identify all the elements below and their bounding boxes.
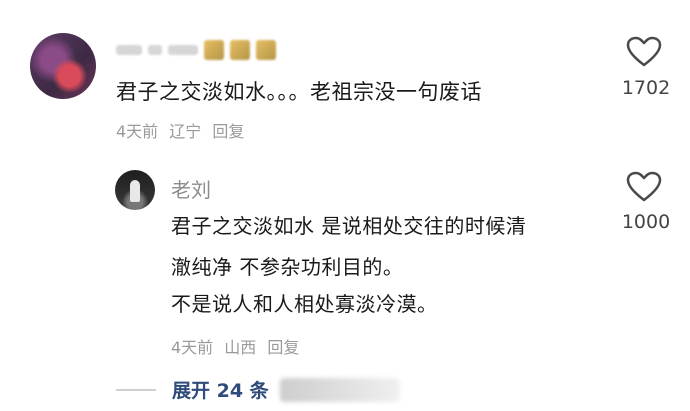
masked-name-segment [168,45,198,55]
expand-divider [116,389,156,391]
reply-text-line: 不是说人和人相处寡淡冷漠。 [171,292,438,316]
comment-location: 辽宁 [169,122,202,141]
expand-replies-button[interactable]: 展开 24 条 [172,376,269,403]
reply-meta: 4天前 山西 回复 [171,334,305,358]
reply-like-button[interactable] [626,171,662,203]
heart-icon [626,171,662,202]
reply-location: 山西 [224,338,257,357]
masked-username[interactable] [116,38,306,62]
comment-reply-button[interactable]: 回复 [212,122,244,141]
reply-text-line: 澈纯净 不参杂功利目的。 [171,255,404,279]
reply-text-line: 君子之交淡如水 是说相处交往的时候清 [171,214,527,238]
avatar-figure [130,180,140,202]
comment-text: 君子之交淡如水。。。老祖宗没一句废话 [116,80,482,104]
badge-icon [230,40,250,60]
reply-reply-button[interactable]: 回复 [267,338,299,357]
commenter-avatar[interactable] [30,33,96,99]
heart-icon [626,36,662,67]
reply-time: 4天前 [171,338,214,357]
watermark-mask [280,378,400,402]
like-count: 1702 [621,77,671,99]
badge-icon [204,40,224,60]
reply-author-name[interactable]: 老刘 [171,174,211,203]
reply-like-count: 1000 [621,211,671,233]
masked-name-segment [116,45,142,55]
masked-name-segment [148,45,162,55]
badge-icon [256,40,276,60]
like-button[interactable] [626,36,662,68]
comment-time: 4天前 [116,122,159,141]
comment-meta: 4天前 辽宁 回复 [116,118,250,142]
